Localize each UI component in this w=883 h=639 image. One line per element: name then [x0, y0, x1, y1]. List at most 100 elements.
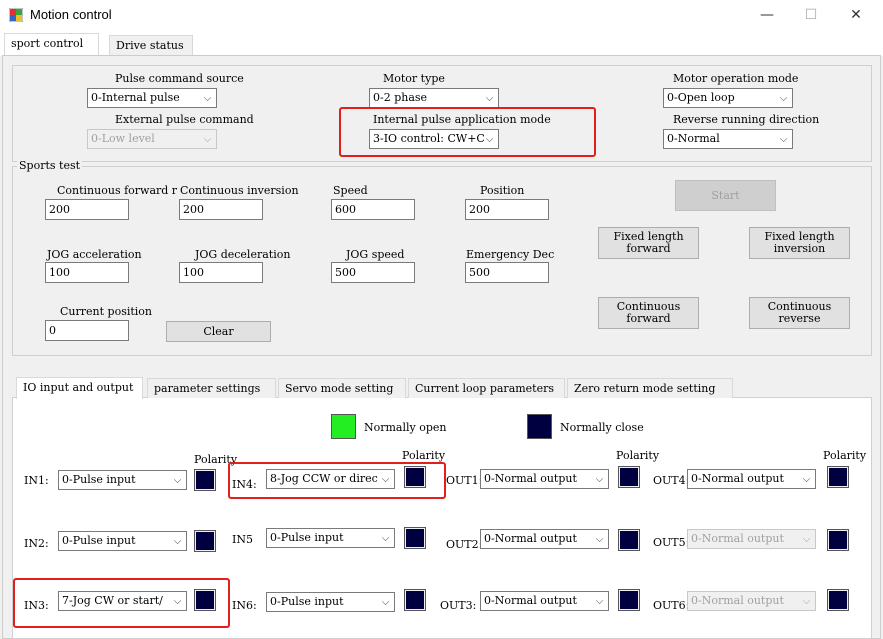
continuous-forward-button[interactable]: Continuous forward	[598, 297, 699, 329]
reverse-running-direction-select[interactable]: 0-Normal ⌵	[663, 129, 793, 149]
speed-input[interactable]: 600	[331, 199, 415, 220]
in5-polarity-toggle[interactable]	[404, 527, 426, 549]
fixed-length-forward-button[interactable]: Fixed length forward	[598, 227, 699, 259]
current-position-label: Current position	[60, 305, 153, 318]
in2-polarity-toggle[interactable]	[194, 530, 216, 552]
out5-polarity-toggle[interactable]	[827, 529, 849, 551]
highlight-box-in3	[13, 578, 230, 628]
in1-select[interactable]: 0-Pulse input ⌵	[58, 470, 187, 490]
clear-button[interactable]: Clear	[166, 321, 271, 342]
select-value: 0-Normal output	[691, 472, 784, 485]
out6-select[interactable]: 0-Normal output ⌵	[687, 591, 816, 611]
jog-acceleration-label: JOG acceleration	[47, 248, 142, 261]
chevron-down-icon: ⌵	[203, 92, 212, 104]
highlight-box-internal-pulse	[339, 107, 596, 157]
select-value: 0-Open loop	[667, 91, 735, 104]
normally-close-label: Normally close	[560, 421, 644, 434]
chevron-down-icon: ⌵	[381, 596, 390, 608]
jog-deceleration-label: JOG deceleration	[195, 248, 291, 261]
in6-select[interactable]: 0-Pulse input ⌵	[266, 592, 395, 612]
fixed-length-inversion-button[interactable]: Fixed length inversion	[749, 227, 850, 259]
tab-label: Zero return mode setting	[574, 382, 716, 395]
in2-label: IN2:	[24, 537, 49, 550]
minimize-icon: —	[760, 7, 774, 23]
continuous-reverse-button[interactable]: Continuous reverse	[749, 297, 850, 329]
chevron-down-icon: ⌵	[802, 473, 811, 485]
chevron-down-icon: ⌵	[779, 92, 788, 104]
motor-operation-mode-select[interactable]: 0-Open loop ⌵	[663, 88, 793, 108]
out3-select[interactable]: 0-Normal output ⌵	[480, 591, 609, 611]
external-pulse-command-select[interactable]: 0-Low level ⌵	[87, 129, 217, 149]
out6-polarity-toggle[interactable]	[827, 589, 849, 611]
tab-current-loop-parameters[interactable]: Current loop parameters	[408, 378, 565, 398]
out1-label: OUT1:	[446, 474, 483, 487]
sports-test-title: Sports test	[17, 159, 83, 172]
tab-zero-return-mode[interactable]: Zero return mode setting	[567, 378, 733, 398]
in5-select[interactable]: 0-Pulse input ⌵	[266, 528, 395, 548]
in6-label: IN6:	[232, 599, 257, 612]
tab-label: Drive status	[116, 39, 184, 52]
in2-select[interactable]: 0-Pulse input ⌵	[58, 531, 187, 551]
minimize-button[interactable]: —	[745, 0, 789, 30]
chevron-down-icon: ⌵	[802, 595, 811, 607]
jog-speed-input[interactable]: 500	[331, 262, 415, 283]
jog-deceleration-input[interactable]: 100	[179, 262, 263, 283]
out1-select[interactable]: 0-Normal output ⌵	[480, 469, 609, 489]
out2-select[interactable]: 0-Normal output ⌵	[480, 529, 609, 549]
out5-label: OUT5:	[653, 536, 690, 549]
out3-polarity-toggle[interactable]	[618, 589, 640, 611]
tab-io-input-output[interactable]: IO input and output	[16, 377, 143, 399]
position-input[interactable]: 200	[465, 199, 549, 220]
pulse-command-source-label: Pulse command source	[115, 72, 244, 85]
motor-type-select[interactable]: 0-2 phase ⌵	[369, 88, 499, 108]
select-value: 0-Normal output	[691, 532, 784, 545]
continuous-forward-label: Continuous forward r	[57, 184, 178, 197]
emergency-dec-input[interactable]: 500	[465, 262, 549, 283]
maximize-button[interactable]: ☐	[789, 0, 833, 30]
reverse-running-direction-label: Reverse running direction	[673, 113, 820, 126]
in6-polarity-toggle[interactable]	[404, 589, 426, 611]
tab-servo-mode-setting[interactable]: Servo mode setting	[278, 378, 406, 398]
out3-label: OUT3:	[440, 599, 477, 612]
pulse-command-source-select[interactable]: 0-Internal pulse ⌵	[87, 88, 217, 108]
in5-label: IN5	[232, 533, 253, 546]
emergency-dec-label: Emergency Dec	[466, 248, 555, 261]
tab-label: sport control	[11, 37, 84, 50]
out6-label: OUT6:	[653, 599, 690, 612]
speed-label: Speed	[333, 184, 368, 197]
tab-drive-status[interactable]: Drive status	[109, 35, 193, 55]
continuous-inversion-input[interactable]: 200	[179, 199, 263, 220]
out2-polarity-toggle[interactable]	[618, 529, 640, 551]
jog-speed-label: JOG speed	[346, 248, 405, 261]
select-value: 0-Pulse input	[270, 595, 344, 608]
close-button[interactable]: ✕	[834, 0, 878, 30]
select-value: 0-2 phase	[373, 91, 428, 104]
position-label: Position	[480, 184, 525, 197]
tab-parameter-settings[interactable]: parameter settings	[147, 378, 276, 398]
out4-polarity-toggle[interactable]	[827, 466, 849, 488]
in1-label: IN1:	[24, 474, 49, 487]
motion-control-window: Motion control — ☐ ✕ sport control Drive…	[0, 0, 883, 639]
select-value: 0-Pulse input	[62, 534, 136, 547]
close-icon: ✕	[850, 7, 862, 23]
continuous-inversion-label: Continuous inversion	[180, 184, 299, 197]
window-title: Motion control	[30, 7, 112, 22]
tab-sport-control[interactable]: sport control	[4, 33, 99, 55]
out4-label: OUT4:	[653, 474, 690, 487]
chevron-down-icon: ⌵	[802, 533, 811, 545]
select-value: 0-Normal output	[484, 532, 577, 545]
tab-label: Current loop parameters	[415, 382, 555, 395]
continuous-forward-input[interactable]: 200	[45, 199, 129, 220]
normally-close-swatch	[527, 414, 552, 439]
out5-select[interactable]: 0-Normal output ⌵	[687, 529, 816, 549]
out1-polarity-toggle[interactable]	[618, 466, 640, 488]
in1-polarity-toggle[interactable]	[194, 469, 216, 491]
current-position-input[interactable]: 0	[45, 320, 129, 341]
jog-acceleration-input[interactable]: 100	[45, 262, 129, 283]
motor-operation-mode-label: Motor operation mode	[673, 72, 799, 85]
start-button[interactable]: Start	[675, 180, 776, 211]
chevron-down-icon: ⌵	[173, 535, 182, 547]
normally-open-swatch	[331, 414, 356, 439]
select-value: 0-Internal pulse	[91, 91, 180, 104]
out4-select[interactable]: 0-Normal output ⌵	[687, 469, 816, 489]
